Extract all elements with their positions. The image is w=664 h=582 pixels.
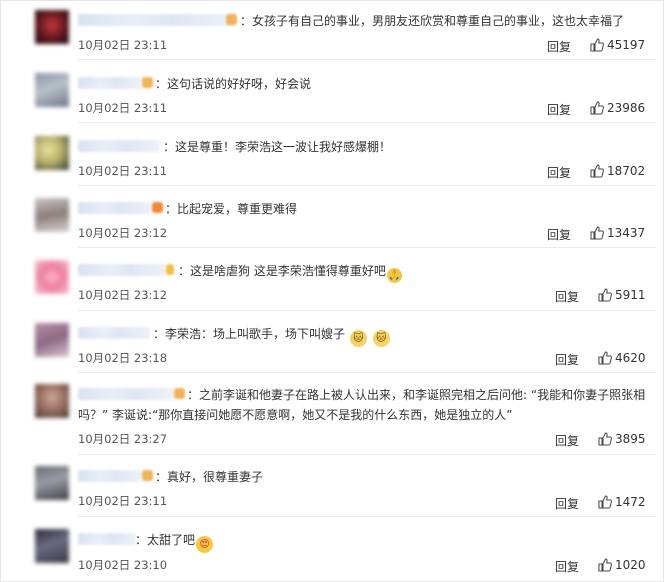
like-button[interactable]: 1020: [598, 558, 646, 572]
comment-text: ：真好，很尊重妻子: [155, 470, 264, 484]
comment-text: ：比起宠爱，尊重更难得: [165, 202, 298, 216]
comment-time: 10月02日 23:11: [78, 494, 168, 508]
reply-button[interactable]: 回复: [555, 558, 579, 575]
comment-time: 10月02日 23:12: [78, 288, 168, 302]
comment-text: ：太甜了吧 😍: [135, 529, 214, 553]
divider: [78, 185, 656, 186]
like-count: 45197: [607, 38, 646, 52]
username[interactable]: [78, 140, 160, 152]
like-count: 1020: [615, 558, 646, 572]
thumbs-up-icon: [590, 226, 604, 240]
like-button[interactable]: 13437: [590, 226, 645, 240]
reply-button[interactable]: 回复: [547, 101, 571, 118]
user-avatar[interactable]: [35, 384, 69, 418]
reply-button[interactable]: 回复: [555, 495, 579, 512]
comment-time: 10月02日 23:18: [78, 351, 168, 365]
reply-button[interactable]: 回复: [547, 226, 571, 243]
like-button[interactable]: 4620: [598, 351, 646, 365]
like-button[interactable]: 45197: [590, 38, 645, 52]
like-button[interactable]: 23986: [590, 101, 645, 115]
thumbs-up-icon: [598, 495, 612, 509]
comment-time: 10月02日 23:12: [78, 226, 168, 240]
user-badge-icon: [142, 470, 153, 481]
divider: [78, 59, 656, 60]
divider: [78, 372, 656, 373]
username[interactable]: [78, 533, 136, 545]
pray-emoji: 🙏: [386, 268, 402, 283]
username[interactable]: [78, 14, 236, 26]
reply-button[interactable]: 回复: [555, 351, 579, 368]
thumbs-up-icon: [598, 351, 612, 365]
user-avatar[interactable]: [35, 10, 69, 44]
username[interactable]: [78, 327, 150, 339]
thumbs-up-icon: [590, 164, 604, 178]
like-count: 13437: [607, 226, 646, 240]
username[interactable]: [78, 202, 152, 214]
username[interactable]: [78, 470, 142, 482]
comment-text-line2: 吗？” 李诞说:“那你直接问她愿不愿意啊，她又不是我的什么东西，她是独立的人”: [78, 408, 513, 422]
comment-time: 10月02日 23:11: [78, 164, 168, 178]
like-button[interactable]: 3895: [598, 432, 646, 446]
thumbs-up-icon: [598, 558, 612, 572]
user-avatar[interactable]: [35, 136, 69, 170]
reply-button[interactable]: 回复: [547, 164, 571, 181]
heart-eyes-emoji: 😍: [196, 536, 214, 553]
comment-text: ：李荣浩：场上叫歌手，场下叫嫂子 🐱 🐱: [153, 323, 391, 347]
user-avatar[interactable]: [35, 260, 69, 294]
reply-button[interactable]: 回复: [555, 288, 579, 305]
like-count: 4620: [615, 351, 646, 365]
cat-face-emoji: 🐱: [349, 330, 367, 347]
cat-face-emoji: 🐱: [372, 330, 390, 347]
like-count: 5911: [615, 288, 646, 302]
user-badge-icon: [142, 77, 153, 88]
like-count: 3895: [615, 432, 646, 446]
thumbs-up-icon: [598, 288, 612, 302]
user-avatar[interactable]: [35, 466, 69, 500]
comment-text: ：这是尊重！李荣浩这一波让我好感爆棚！: [163, 140, 392, 154]
username[interactable]: [78, 77, 142, 89]
like-button[interactable]: 1472: [598, 495, 646, 509]
user-badge-icon: [174, 388, 185, 399]
user-badge-icon: [226, 14, 237, 25]
divider: [78, 454, 656, 455]
user-avatar[interactable]: [35, 529, 69, 563]
comment-text-line1: ：之前李诞和他妻子在路上被人认出来，和李诞照完相之后问他: “我能和你妻子照张相: [187, 388, 646, 402]
divider: [78, 122, 656, 123]
like-count: 23986: [607, 101, 646, 115]
like-button[interactable]: 18702: [590, 164, 645, 178]
user-avatar[interactable]: [35, 323, 69, 357]
reply-button[interactable]: 回复: [547, 38, 571, 55]
comment-time: 10月02日 23:10: [78, 558, 168, 572]
user-avatar[interactable]: [35, 198, 69, 232]
username[interactable]: [78, 264, 166, 276]
reply-button[interactable]: 回复: [555, 432, 579, 449]
thumbs-up-icon: [598, 432, 612, 446]
user-badge-icon: [152, 202, 163, 213]
divider: [78, 247, 656, 248]
comment-time: 10月02日 23:11: [78, 38, 168, 52]
comment-text: ：女孩子有自己的事业，男朋友还欣赏和尊重自己的事业，这也太幸福了: [240, 14, 625, 28]
user-badge-icon: [166, 264, 174, 275]
comment-text: ：这句话说的好好呀，好会说: [155, 77, 312, 91]
comment-time: 10月02日 23:27: [78, 432, 168, 446]
divider: [78, 310, 656, 311]
comment-text: ：这是啥虐狗 这是李荣浩懂得尊重好吧 🙏: [178, 264, 402, 283]
like-count: 18702: [607, 164, 646, 178]
user-avatar[interactable]: [35, 73, 69, 107]
like-button[interactable]: 5911: [598, 288, 646, 302]
username[interactable]: [78, 388, 174, 400]
like-count: 1472: [615, 495, 646, 509]
thumbs-up-icon: [590, 101, 604, 115]
divider: [78, 516, 656, 517]
thumbs-up-icon: [590, 38, 604, 52]
comment-time: 10月02日 23:11: [78, 101, 168, 115]
